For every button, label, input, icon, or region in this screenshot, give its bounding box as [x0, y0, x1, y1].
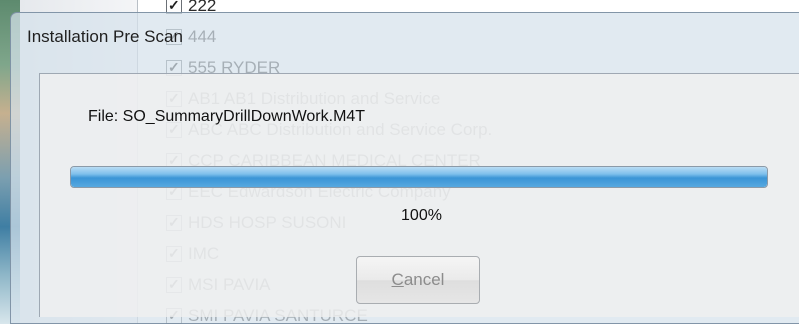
cancel-mnemonic: C	[391, 270, 404, 289]
progress-bar-fill	[71, 167, 767, 187]
progress-percent: 100%	[401, 207, 442, 224]
installation-pre-scan-dialog: Installation Pre Scan File: SO_SummaryDr…	[10, 12, 799, 324]
file-name: SO_SummaryDrillDownWork.M4T	[122, 108, 366, 125]
progress-percent-row: 100%	[40, 207, 799, 225]
dialog-title: Installation Pre Scan	[27, 27, 183, 46]
cancel-label: ancel	[403, 270, 445, 289]
progress-bar	[70, 166, 768, 188]
file-prefix: File:	[88, 108, 123, 125]
cancel-button[interactable]: Cancel	[356, 256, 480, 304]
file-label: File: SO_SummaryDrillDownWork.M4T	[88, 108, 365, 126]
screen: 222444555 RYDERAB1 AB1 Distribution and …	[0, 0, 799, 324]
dialog-content: File: SO_SummaryDrillDownWork.M4T 100% C…	[39, 73, 799, 317]
